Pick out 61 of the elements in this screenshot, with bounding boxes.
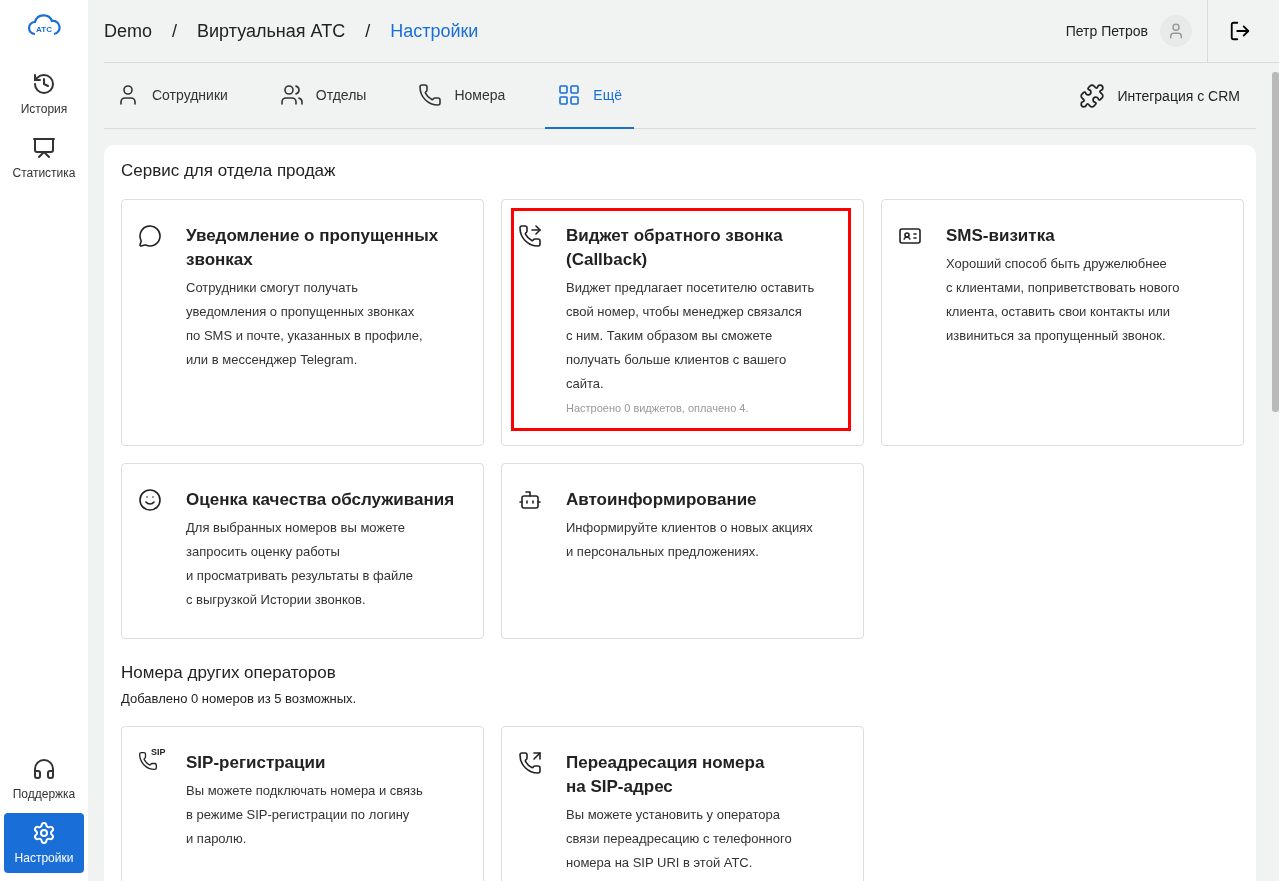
card-title: Уведомление о пропущенных звонках [186, 225, 439, 271]
breadcrumb-separator: / [172, 20, 178, 42]
service-card[interactable] [501, 199, 864, 446]
tab[interactable]: Номера [406, 63, 518, 129]
logout-icon [1228, 20, 1251, 42]
section-subtitle: Добавлено 0 номеров из 5 возможных. [121, 691, 358, 706]
logo-text: АТС [34, 25, 53, 34]
smiley-icon [138, 488, 162, 512]
crm-integration-link[interactable]: Интеграция с CRM [1079, 63, 1256, 128]
service-card[interactable]: Переадресация номера на SIP-адрес Вы можете установить у оператора связи переадресацию с телефонного номера на SIP URI в этой АТС. [501, 726, 864, 881]
tab[interactable]: Сотрудники [104, 63, 240, 129]
sidebar-item[interactable]: Статистика [4, 128, 84, 188]
card-title: SMS-визитка [946, 225, 1056, 247]
stats-icon [32, 136, 56, 160]
card-description: Вы можете подключать номера и связь в режиме SIP-регистрации по логину и паролю. [186, 782, 423, 848]
section-title: Номера других операторов [121, 663, 337, 683]
tab[interactable]: Отделы [267, 63, 379, 129]
scrollbar[interactable] [1272, 72, 1279, 412]
card-title: Переадресация номера на SIP-адрес [566, 752, 766, 798]
sip-label: SIP [151, 747, 166, 757]
breadcrumb-link[interactable]: Demo [104, 20, 152, 42]
card-title: Автоинформирование [566, 489, 758, 511]
sidebar-item[interactable]: История [4, 64, 84, 124]
card-title: Оценка качества обслуживания [186, 489, 455, 511]
user-name[interactable]: Петр Петров [1065, 23, 1148, 39]
card-note: Настроено 0 виджетов, оплачено 4. [566, 402, 750, 414]
card-description: Информируйте клиентов о новых акциях и персональных предложениях. [566, 519, 813, 561]
robot-icon [518, 488, 542, 512]
phone-arrow-icon [518, 224, 542, 248]
breadcrumb-link[interactable]: Настройки [390, 20, 479, 42]
sidebar-item[interactable]: Настройки [4, 813, 84, 873]
service-card[interactable]: Уведомление о пропущенных звонках Сотрудники смогут получать уведомления о пропущенных звонках по SMS и почте, указанных в профиле, или в мессенджер Telegram. [121, 199, 484, 446]
card-description: Хороший способ быть дружелюбнее с клиентами, поприветствовать нового клиента, оставить свои контакты или извиниться за пропущенный звонок. [946, 255, 1180, 345]
history-icon [32, 72, 56, 96]
card-title: Виджет обратного звонка (Callback) [566, 225, 784, 271]
service-card[interactable]: Оценка качества обслуживания Для выбранных номеров вы можете запросить оценку работы и просматривать результаты в файле с выгрузкой Истории звонков. [121, 463, 484, 639]
phone-arrow-icon [518, 751, 542, 775]
service-card[interactable]: Автоинформирование Информируйте клиентов о новых акциях и персональных предложениях. [501, 463, 864, 639]
settings-icon [32, 821, 56, 845]
card-description: Для выбранных номеров вы можете запросить оценку работы и просматривать результаты в файле с выгрузкой Истории звонков. [186, 519, 414, 609]
user-icon [1167, 22, 1185, 40]
service-card[interactable]: SIP SIP-регистрации Вы можете подключать номера и связь в режиме SIP-регистрации по логину и паролю. [121, 726, 484, 881]
card-description: Сотрудники смогут получать уведомления о пропущенных звонках по SMS и почте, указанных в профиле, или в мессенджер Telegram. [186, 279, 424, 369]
people-icon [279, 83, 304, 107]
grid-icon [557, 83, 582, 107]
support-icon [32, 757, 56, 781]
avatar[interactable] [1160, 15, 1192, 47]
phone-icon [418, 83, 443, 107]
card-description: Виджет предлагает посетителю оставить свой номер, чтобы менеджер связался с ним. Таким образом вы сможете получать больше клиентов с вашего сайта. [566, 279, 815, 393]
sidebar-item[interactable]: Поддержка [4, 749, 84, 809]
breadcrumb-link[interactable]: Виртуальная АТС [197, 20, 346, 42]
puzzle-icon [1079, 82, 1106, 109]
card-description: Вы можете установить у оператора связи переадресацию с телефонного номера на SIP URI в этой АТС. [566, 806, 792, 872]
service-card[interactable]: SMS-визитка Хороший способ быть дружелюбнее с клиентами, поприветствовать нового клиента, оставить свои контакты или извиниться за пропущенный звонок. [881, 199, 1244, 446]
breadcrumb-separator: / [365, 20, 371, 42]
card-title: SIP-регистрации [186, 752, 327, 774]
tab[interactable]: Ещё [545, 63, 634, 129]
section-title: Сервис для отдела продаж [121, 161, 337, 181]
logo[interactable]: АТС [27, 12, 61, 42]
cloud-logo-icon [27, 12, 61, 38]
chat-bubble-icon [138, 224, 162, 248]
